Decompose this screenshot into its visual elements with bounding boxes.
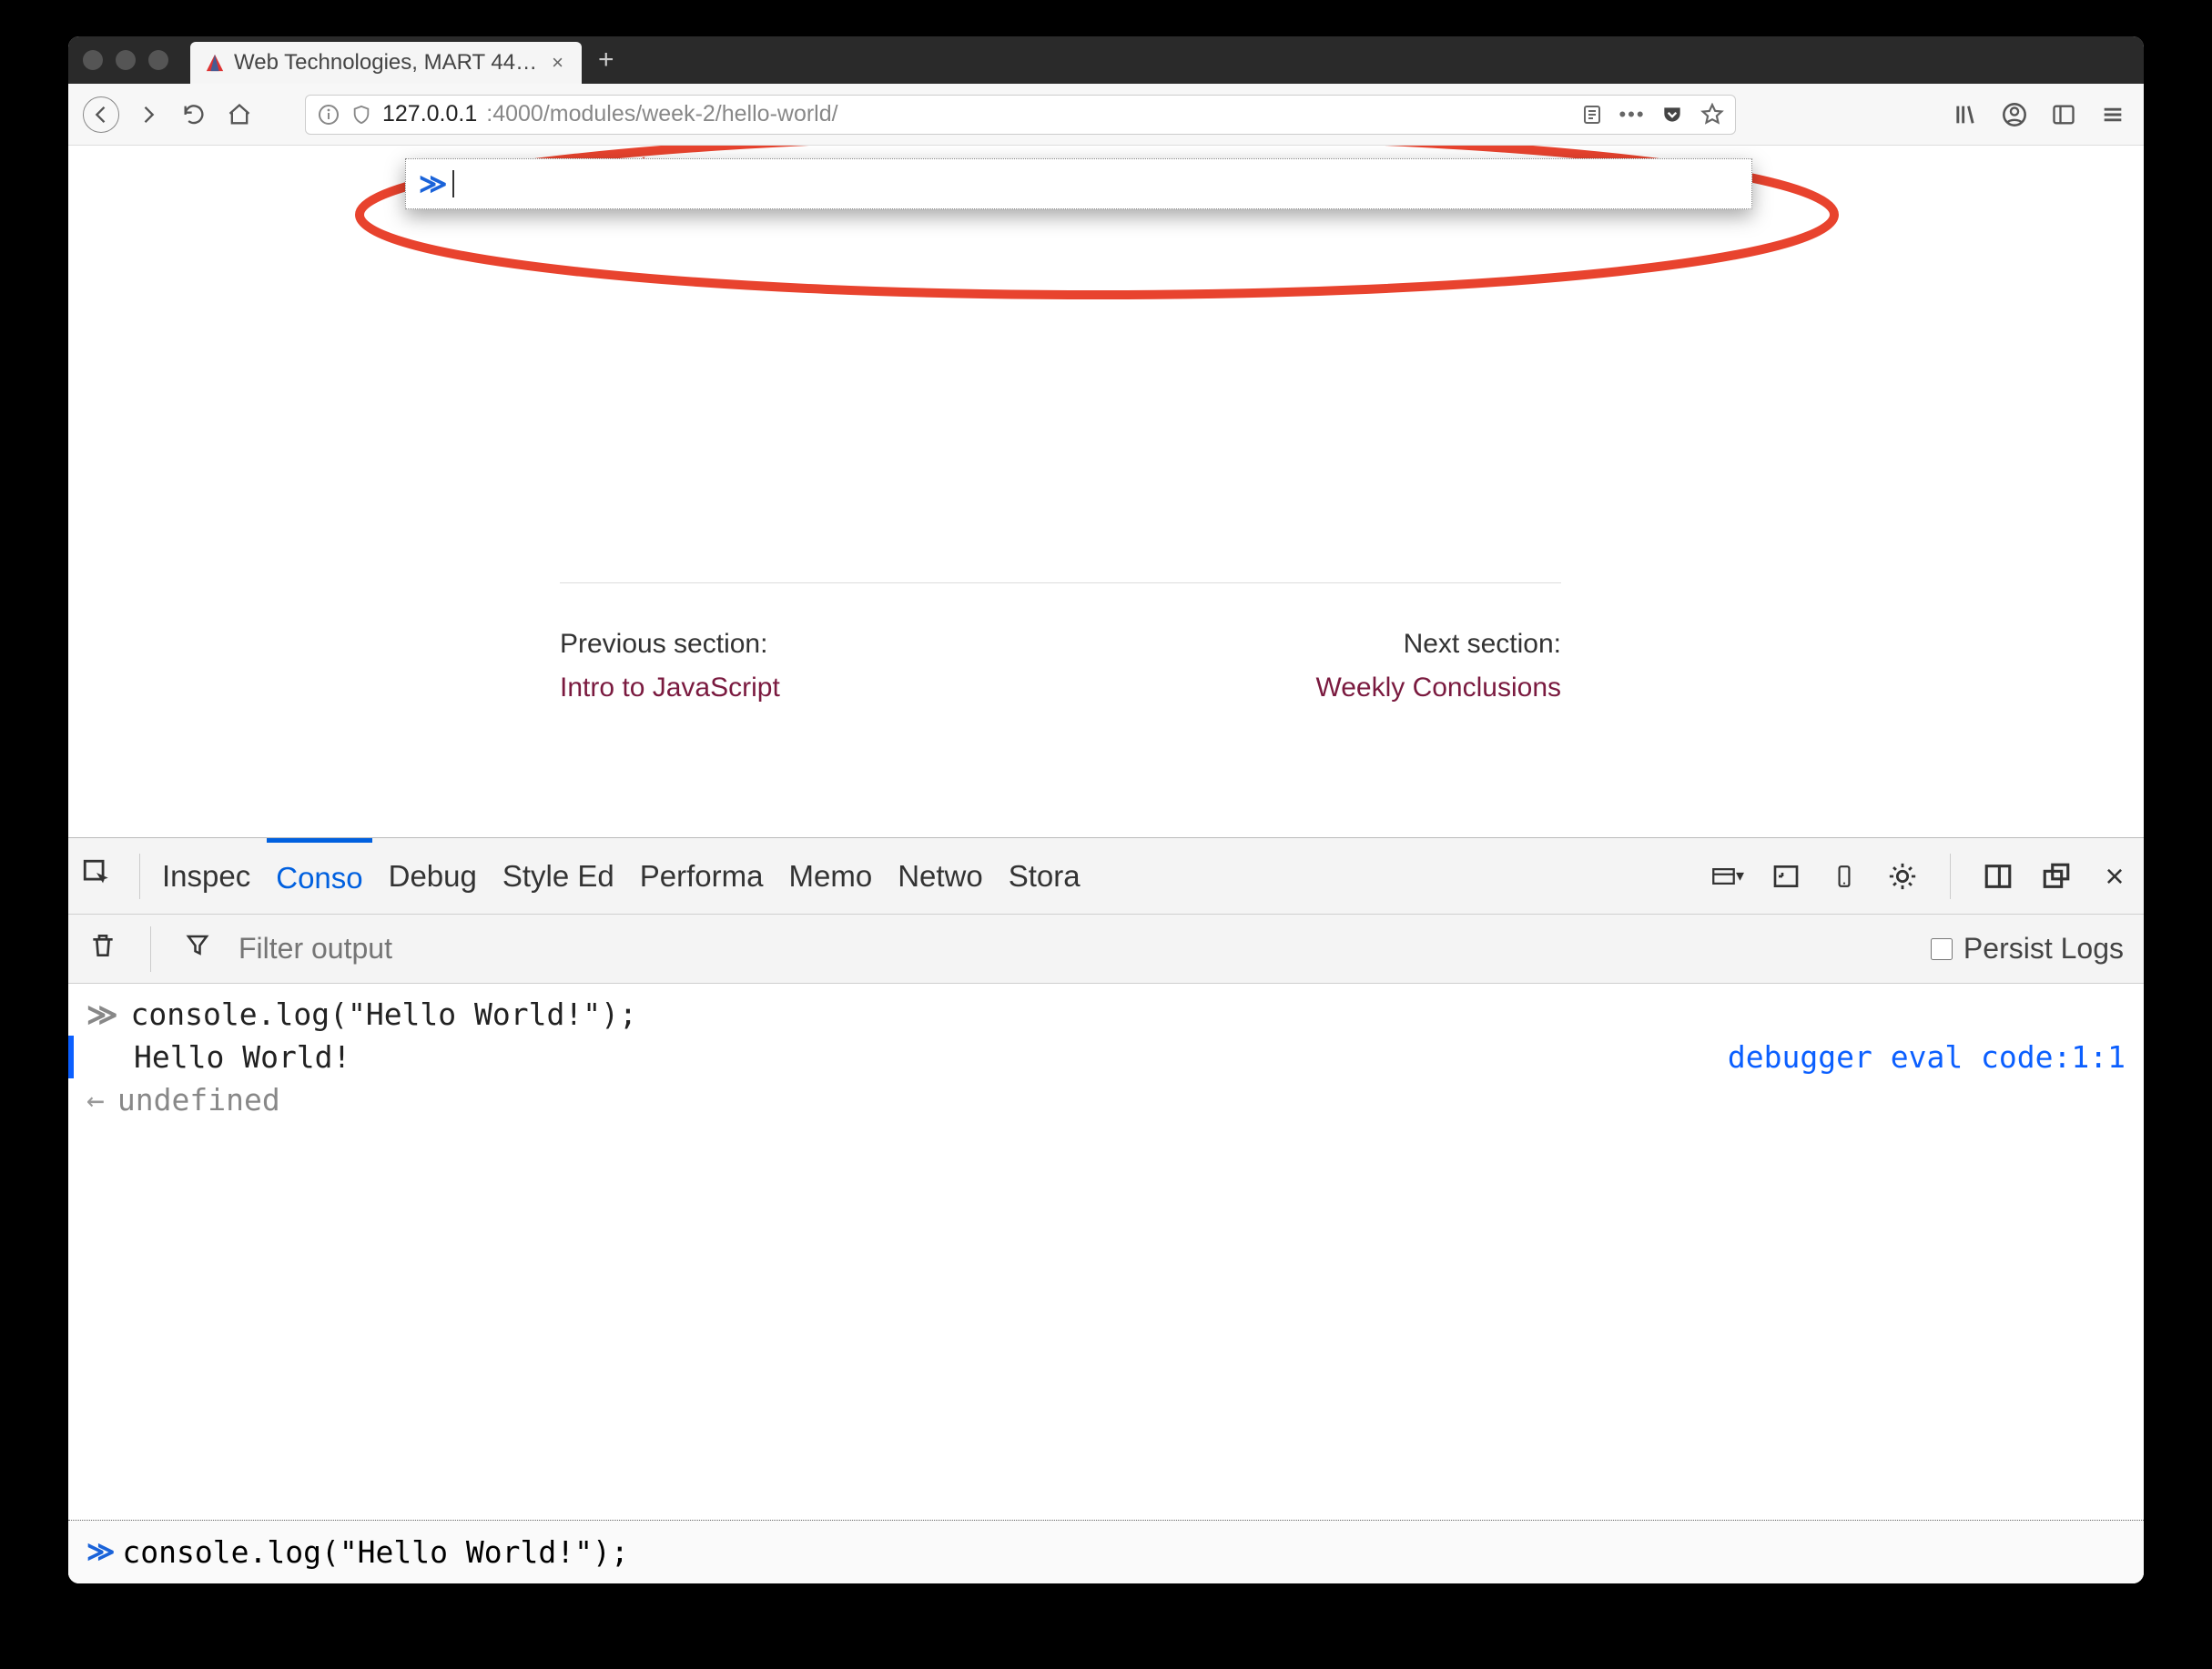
clear-console-icon[interactable] xyxy=(88,931,117,967)
pocket-icon[interactable] xyxy=(1660,103,1684,126)
address-right-icons: ••• xyxy=(1580,103,1724,126)
account-icon[interactable] xyxy=(1998,98,2031,131)
page-content: ≫ Previous section: Intro to JavaScript … xyxy=(68,146,2144,837)
tab-close-button[interactable]: × xyxy=(548,51,567,75)
prev-label: Previous section: xyxy=(560,629,780,660)
devtools-tab-style-editor[interactable]: Style Ed xyxy=(493,838,624,915)
console-source-link[interactable]: debugger eval code:1:1 xyxy=(1728,1039,2126,1075)
devtools-tabbar: Inspec Conso Debug Style Ed Performa Mem… xyxy=(68,838,2144,915)
page-console-input[interactable]: ≫ xyxy=(405,158,1752,209)
info-icon[interactable] xyxy=(317,103,340,126)
back-button[interactable] xyxy=(83,96,119,133)
persist-logs-label: Persist Logs xyxy=(1963,932,2124,966)
separator xyxy=(139,854,140,899)
new-tab-button[interactable]: + xyxy=(598,45,614,76)
navbar: 127.0.0.1 :4000/modules/week-2/hello-worl… xyxy=(68,84,2144,146)
address-bar[interactable]: 127.0.0.1 :4000/modules/week-2/hello-worl… xyxy=(305,95,1736,135)
next-label: Next section: xyxy=(1315,629,1561,660)
bookmark-star-icon[interactable] xyxy=(1700,103,1724,126)
console-filter-input[interactable] xyxy=(238,932,1903,966)
dock-side-icon[interactable] xyxy=(1982,860,2014,893)
separator xyxy=(1950,854,1951,899)
prev-link[interactable]: Intro to JavaScript xyxy=(560,673,780,703)
console-log-line: Hello World! debugger eval code:1:1 xyxy=(68,1036,2126,1078)
forward-button[interactable] xyxy=(132,98,165,131)
browser-tab[interactable]: Web Technologies, MART 441 | × xyxy=(190,42,582,84)
traffic-lights xyxy=(83,50,168,70)
devtools-tab-inspector[interactable]: Inspec xyxy=(153,838,259,915)
devtools-tab-memory[interactable]: Memo xyxy=(780,838,882,915)
titlebar: Web Technologies, MART 441 | × + xyxy=(68,36,2144,84)
close-window-button[interactable] xyxy=(83,50,103,70)
device-icon[interactable] xyxy=(1828,860,1861,893)
url-path: :4000/modules/week-2/hello-world/ xyxy=(486,101,837,127)
devtools-tab-performance[interactable]: Performa xyxy=(631,838,773,915)
next-link[interactable]: Weekly Conclusions xyxy=(1315,673,1561,703)
console-command-line: ≫ console.log("Hello World!"); xyxy=(86,993,2126,1036)
tab-favicon-icon xyxy=(205,53,225,73)
close-devtools-button[interactable]: × xyxy=(2098,860,2131,893)
toolbar-right xyxy=(1949,98,2129,131)
prev-section: Previous section: Intro to JavaScript xyxy=(560,629,780,703)
maximize-window-button[interactable] xyxy=(148,50,168,70)
prompt-chevrons-icon: ≫ xyxy=(419,168,447,200)
menu-button[interactable] xyxy=(2096,98,2129,131)
prompt-chevrons-icon: ≫ xyxy=(86,1536,115,1568)
element-picker-icon[interactable] xyxy=(81,857,112,895)
devtools-tab-debugger[interactable]: Debug xyxy=(380,838,486,915)
return-arrow-icon: ← xyxy=(86,1082,105,1118)
minimize-window-button[interactable] xyxy=(116,50,136,70)
iframe-picker-icon[interactable]: ▾ xyxy=(1711,860,1744,893)
devtools-tab-storage[interactable]: Stora xyxy=(999,838,1090,915)
library-icon[interactable] xyxy=(1949,98,1982,131)
console-toolbar: Persist Logs xyxy=(68,915,2144,984)
console-return-line: ← undefined xyxy=(86,1078,2126,1121)
sidebar-icon[interactable] xyxy=(2047,98,2080,131)
reader-mode-icon[interactable] xyxy=(1580,103,1604,126)
url-host: 127.0.0.1 xyxy=(382,101,477,127)
console-input-row[interactable]: ≫ console.log("Hello World!"); xyxy=(68,1520,2144,1583)
console-output: ≫ console.log("Hello World!"); Hello Wor… xyxy=(68,984,2144,1520)
text-cursor xyxy=(452,170,454,197)
settings-gear-icon[interactable] xyxy=(1886,860,1919,893)
shield-icon[interactable] xyxy=(350,103,373,126)
separator xyxy=(150,926,151,972)
home-button[interactable] xyxy=(223,98,256,131)
devtools-tab-console[interactable]: Conso xyxy=(267,838,371,915)
persist-logs-toggle[interactable]: Persist Logs xyxy=(1931,932,2124,966)
tab-title: Web Technologies, MART 441 | xyxy=(234,50,539,76)
devtools-panel: Inspec Conso Debug Style Ed Performa Mem… xyxy=(68,837,2144,1583)
persist-logs-checkbox[interactable] xyxy=(1931,938,1953,960)
console-log-text: Hello World! xyxy=(134,1039,350,1075)
console-return-text: undefined xyxy=(117,1082,280,1118)
reload-button[interactable] xyxy=(178,98,210,131)
page-section-nav: Previous section: Intro to JavaScript Ne… xyxy=(560,582,1561,703)
console-command-text: console.log("Hello World!"); xyxy=(131,996,637,1032)
console-input-text: console.log("Hello World!"); xyxy=(122,1534,628,1570)
devtools-right-controls: ▾ × xyxy=(1711,854,2131,899)
browser-window: Web Technologies, MART 441 | × + 127.0.0… xyxy=(68,36,2144,1583)
popout-window-icon[interactable] xyxy=(2040,860,2073,893)
next-section: Next section: Weekly Conclusions xyxy=(1315,629,1561,703)
filter-funnel-icon[interactable] xyxy=(184,932,211,966)
prompt-icon: ≫ xyxy=(86,996,118,1032)
responsive-mode-icon[interactable] xyxy=(1770,860,1802,893)
devtools-tab-network[interactable]: Netwo xyxy=(888,838,992,915)
page-actions-icon[interactable]: ••• xyxy=(1620,103,1644,126)
